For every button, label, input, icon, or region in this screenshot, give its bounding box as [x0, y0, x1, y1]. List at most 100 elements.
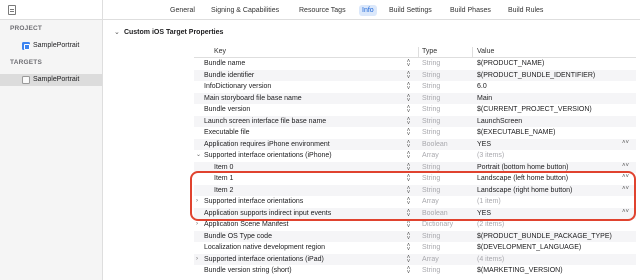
up-down-arrows-icon[interactable]: ˄˅: [405, 117, 412, 127]
column-header-key[interactable]: Key: [214, 48, 226, 55]
row-value[interactable]: 6.0: [477, 81, 487, 93]
table-row[interactable]: Bundle identifier ˄ ˅ String $(PRODUCT_BUNDL…: [194, 69, 636, 82]
up-down-arrows-icon[interactable]: ˄˅: [405, 209, 412, 219]
row-key[interactable]: Bundle identifier: [204, 70, 404, 82]
table-row[interactable]: Item 2 ˄ ˅ String Landscape (right home butt…: [194, 184, 636, 197]
row-key[interactable]: Supported interface orientations (iPad): [204, 254, 404, 266]
table-row[interactable]: Executable file ˄ ˅ String $(EXECUTABLE_NAME…: [194, 127, 636, 139]
row-key[interactable]: Item 0: [214, 162, 414, 174]
table-row[interactable]: Bundle name ˄ ˅ String $(PRODUCT_NAME): [194, 58, 636, 70]
table-row[interactable]: Application supports indirect input even…: [194, 207, 636, 220]
up-down-arrows-icon[interactable]: ˄˅: [405, 71, 412, 81]
row-type[interactable]: String: [422, 104, 440, 116]
tab-build-phases[interactable]: Build Phases: [447, 5, 494, 16]
table-row[interactable]: Item 0 ˄ ˅ String Portrait (bottom home butt…: [194, 161, 636, 174]
tab-build-rules[interactable]: Build Rules: [505, 5, 546, 16]
chevron-right-icon[interactable]: ›: [196, 254, 203, 266]
row-type[interactable]: String: [422, 173, 440, 185]
up-down-arrows-icon[interactable]: ˄˅: [405, 140, 412, 150]
table-row[interactable]: Application requires iPhone environment ˄…: [194, 138, 636, 151]
row-type[interactable]: Boolean: [422, 208, 448, 220]
row-value[interactable]: (4 items): [477, 254, 504, 266]
table-row[interactable]: Bundle version string (short) ˄ ˅ String $(M…: [194, 265, 636, 277]
table-row[interactable]: Localization native development region ˄ ˅…: [194, 242, 636, 254]
row-key[interactable]: Launch screen interface file base name: [204, 116, 404, 128]
document-outline-icon[interactable]: [8, 5, 16, 15]
row-value[interactable]: YES: [477, 139, 491, 151]
row-value[interactable]: YES: [477, 208, 491, 220]
row-value[interactable]: $(PRODUCT_BUNDLE_IDENTIFIER): [477, 70, 595, 82]
row-key[interactable]: Bundle version: [204, 104, 404, 116]
row-key[interactable]: Application requires iPhone environment: [204, 139, 404, 151]
row-type[interactable]: Boolean: [422, 139, 448, 151]
row-type[interactable]: String: [422, 127, 440, 139]
up-down-arrows-icon[interactable]: ˄˅: [405, 59, 412, 69]
up-down-arrows-icon[interactable]: ˄˅: [405, 197, 412, 207]
up-down-arrows-icon[interactable]: ˄˅: [405, 186, 412, 196]
up-down-arrows-icon[interactable]: ˄˅: [622, 209, 629, 218]
chevron-down-icon[interactable]: ⌄: [196, 150, 203, 162]
row-type[interactable]: String: [422, 231, 440, 243]
tab-signing-capabilities[interactable]: Signing & Capabilities: [208, 5, 282, 16]
up-down-arrows-icon[interactable]: ˄˅: [622, 163, 629, 172]
column-header-type[interactable]: Type: [422, 48, 437, 55]
row-type[interactable]: String: [422, 185, 440, 197]
up-down-arrows-icon[interactable]: ˄˅: [405, 232, 412, 242]
tab-resource-tags[interactable]: Resource Tags: [296, 5, 349, 16]
up-down-arrows-icon[interactable]: ˄˅: [405, 82, 412, 92]
row-key[interactable]: Item 1: [214, 173, 414, 185]
chevron-right-icon[interactable]: ›: [196, 196, 203, 208]
section-header[interactable]: ⌄ Custom iOS Target Properties: [114, 28, 223, 36]
row-type[interactable]: String: [422, 242, 440, 254]
row-value[interactable]: (1 item): [477, 196, 501, 208]
tab-build-settings[interactable]: Build Settings: [386, 5, 435, 16]
table-row[interactable]: ⌄ Supported interface orientations (iPhon…: [194, 150, 636, 162]
row-value[interactable]: $(CURRENT_PROJECT_VERSION): [477, 104, 592, 116]
row-value[interactable]: $(PRODUCT_NAME): [477, 58, 544, 70]
row-value[interactable]: Landscape (left home button): [477, 173, 568, 185]
row-value[interactable]: Main: [477, 93, 492, 105]
table-row[interactable]: › Application Scene Manifest ˄ ˅ Dictionary (…: [194, 219, 636, 231]
up-down-arrows-icon[interactable]: ˄˅: [405, 266, 412, 276]
row-value[interactable]: $(PRODUCT_BUNDLE_PACKAGE_TYPE): [477, 231, 612, 243]
row-key[interactable]: Bundle OS Type code: [204, 231, 404, 243]
tab-general[interactable]: General: [167, 5, 198, 16]
column-header-value[interactable]: Value: [477, 48, 494, 55]
chevron-right-icon[interactable]: ›: [196, 219, 203, 231]
table-row[interactable]: Main storyboard file base name ˄ ˅ String Ma…: [194, 92, 636, 105]
up-down-arrows-icon[interactable]: ˄˅: [405, 151, 412, 161]
up-down-arrows-icon[interactable]: ˄˅: [405, 105, 412, 115]
row-type[interactable]: Dictionary: [422, 219, 453, 231]
table-row[interactable]: Item 1 ˄ ˅ String Landscape (left home butto…: [194, 173, 636, 185]
row-key[interactable]: Main storyboard file base name: [204, 93, 404, 105]
sidebar-item-project[interactable]: SamplePortrait: [0, 40, 102, 52]
row-type[interactable]: String: [422, 162, 440, 174]
row-value[interactable]: LaunchScreen: [477, 116, 522, 128]
row-type[interactable]: Array: [422, 254, 439, 266]
row-value[interactable]: $(EXECUTABLE_NAME): [477, 127, 555, 139]
row-value[interactable]: (2 items): [477, 219, 504, 231]
row-type[interactable]: String: [422, 70, 440, 82]
row-type[interactable]: Array: [422, 196, 439, 208]
row-key[interactable]: Bundle name: [204, 58, 404, 70]
table-row[interactable]: Bundle version ˄ ˅ String $(CURRENT_PROJECT_…: [194, 104, 636, 116]
table-row[interactable]: InfoDictionary version ˄ ˅ String 6.0: [194, 81, 636, 93]
up-down-arrows-icon[interactable]: ˄˅: [405, 243, 412, 253]
row-type[interactable]: String: [422, 93, 440, 105]
table-row[interactable]: › Supported interface orientations (iPad)…: [194, 253, 636, 266]
up-down-arrows-icon[interactable]: ˄˅: [622, 174, 629, 183]
row-type[interactable]: String: [422, 116, 440, 128]
row-key[interactable]: InfoDictionary version: [204, 81, 404, 93]
table-row[interactable]: Launch screen interface file base name ˄ ˅…: [194, 115, 636, 128]
row-key[interactable]: Bundle version string (short): [204, 265, 404, 277]
up-down-arrows-icon[interactable]: ˄˅: [405, 255, 412, 265]
row-type[interactable]: String: [422, 81, 440, 93]
row-value[interactable]: Portrait (bottom home button): [477, 162, 568, 174]
row-key[interactable]: Item 2: [214, 185, 414, 197]
row-type[interactable]: String: [422, 265, 440, 277]
up-down-arrows-icon[interactable]: ˄˅: [622, 186, 629, 195]
sidebar-item-target[interactable]: SamplePortrait: [0, 74, 102, 86]
up-down-arrows-icon[interactable]: ˄˅: [622, 140, 629, 149]
row-key[interactable]: Localization native development region: [204, 242, 404, 254]
up-down-arrows-icon[interactable]: ˄˅: [405, 163, 412, 173]
